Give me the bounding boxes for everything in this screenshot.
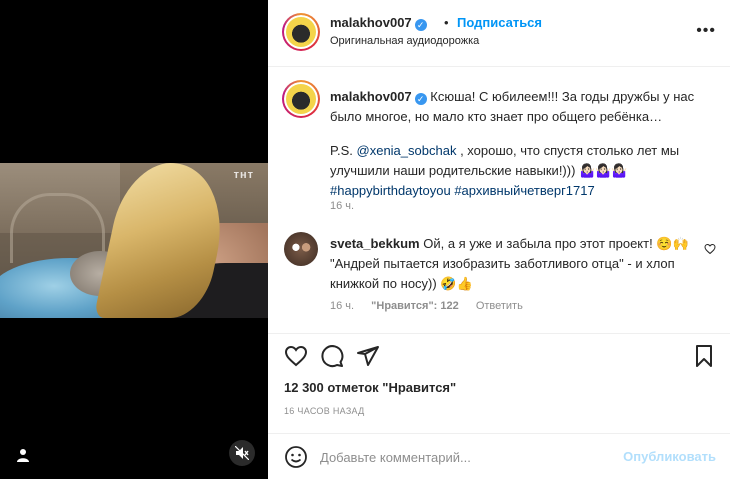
header-separator: • bbox=[444, 15, 449, 30]
share-icon[interactable] bbox=[356, 344, 380, 368]
emoji-icon[interactable] bbox=[284, 445, 308, 469]
comment-time: 16 ч. bbox=[330, 300, 355, 312]
video-frame[interactable]: тнт bbox=[0, 163, 268, 318]
caption-line-3: P.S. @xenia_sobchak , хорошо, что спустя… bbox=[330, 141, 715, 161]
caption-ps: P.S. bbox=[330, 143, 357, 158]
caption-username[interactable]: malakhov007 bbox=[330, 89, 412, 104]
header-username[interactable]: malakhov007 bbox=[330, 15, 412, 30]
caption-text-2: было многое, но мало кто знает про общег… bbox=[330, 109, 663, 124]
verified-badge-icon: ✓ bbox=[414, 93, 427, 105]
comment-meta: 16 ч. "Нравится": 122 Ответить bbox=[330, 300, 537, 312]
bookmark-icon[interactable] bbox=[692, 344, 716, 368]
mute-button[interactable] bbox=[229, 440, 255, 466]
caption-text-1: Ксюша! С юбилеем!!! За годы дружбы у нас bbox=[430, 89, 695, 104]
comment-username[interactable]: sveta_bekkum bbox=[330, 236, 420, 251]
channel-watermark: тнт bbox=[233, 169, 254, 181]
header-username-row: malakhov007 ✓ bbox=[330, 15, 427, 31]
heart-icon bbox=[704, 243, 716, 255]
speaker-muted-icon bbox=[235, 446, 249, 460]
caption-time: 16 ч. bbox=[330, 200, 355, 212]
comment-line-1: sveta_bekkum Ой, а я уже и забыла про эт… bbox=[330, 234, 700, 254]
hashtag-link[interactable]: #архивныйчетверг1717 bbox=[454, 183, 594, 198]
comment-likes[interactable]: "Нравится": 122 bbox=[371, 300, 459, 312]
comment: sveta_bekkum Ой, а я уже и забыла про эт… bbox=[330, 234, 700, 294]
audio-track-link[interactable]: Оригинальная аудиодорожка bbox=[330, 35, 479, 47]
avatar[interactable] bbox=[284, 15, 318, 49]
more-icon[interactable]: ••• bbox=[696, 22, 716, 40]
follow-button[interactable]: Подписаться bbox=[457, 15, 542, 30]
action-bar: 12 300 отметок "Нравится" 16 ЧАСОВ НАЗАД bbox=[268, 333, 730, 433]
caption-line-1: malakhov007 ✓ Ксюша! С юбилеем!!! За годы… bbox=[330, 87, 715, 107]
post-panel: malakhov007 ✓ • Подписаться Оригинальная … bbox=[268, 0, 730, 479]
comment-text-2: "Андрей пытается изобразить заботливого … bbox=[330, 256, 675, 271]
comment-text-1: Ой, а я уже и забыла про этот проект! ☺️… bbox=[419, 236, 689, 251]
comment-input[interactable] bbox=[320, 444, 620, 470]
user-tag-icon[interactable] bbox=[14, 446, 32, 464]
post-date[interactable]: 16 ЧАСОВ НАЗАД bbox=[284, 406, 365, 416]
reply-button[interactable]: Ответить bbox=[476, 300, 523, 312]
verified-badge-icon: ✓ bbox=[414, 19, 427, 31]
mention-link[interactable]: @xenia_sobchak bbox=[357, 143, 457, 158]
likes-count[interactable]: 12 300 отметок "Нравится" bbox=[284, 380, 456, 395]
post-header: malakhov007 ✓ • Подписаться Оригинальная … bbox=[268, 0, 730, 67]
comment-icon[interactable] bbox=[320, 344, 344, 368]
post-caption: malakhov007 ✓ Ксюша! С юбилеем!!! За годы… bbox=[330, 87, 715, 201]
post-comment-button[interactable]: Опубликовать bbox=[623, 449, 716, 464]
caption-text-3: , хорошо, что спустя столько лет мы bbox=[456, 143, 680, 158]
caption-hashtags: #happybirthdaytoyou #архивныйчетверг1717 bbox=[330, 181, 715, 201]
comment-avatar[interactable] bbox=[284, 232, 318, 266]
caption-avatar[interactable] bbox=[284, 82, 318, 116]
heart-icon[interactable] bbox=[284, 344, 308, 368]
hashtag-link[interactable]: #happybirthdaytoyou bbox=[330, 183, 451, 198]
add-comment-bar: Опубликовать bbox=[268, 433, 730, 479]
caption-text-4: улучшили наши родительские навыки!))) 🤷🏻… bbox=[330, 163, 628, 178]
comment-text-3: книжкой по носу)) 🤣👍 bbox=[330, 276, 473, 291]
comment-like-button[interactable] bbox=[704, 243, 716, 258]
post-media[interactable]: тнт bbox=[0, 0, 268, 479]
